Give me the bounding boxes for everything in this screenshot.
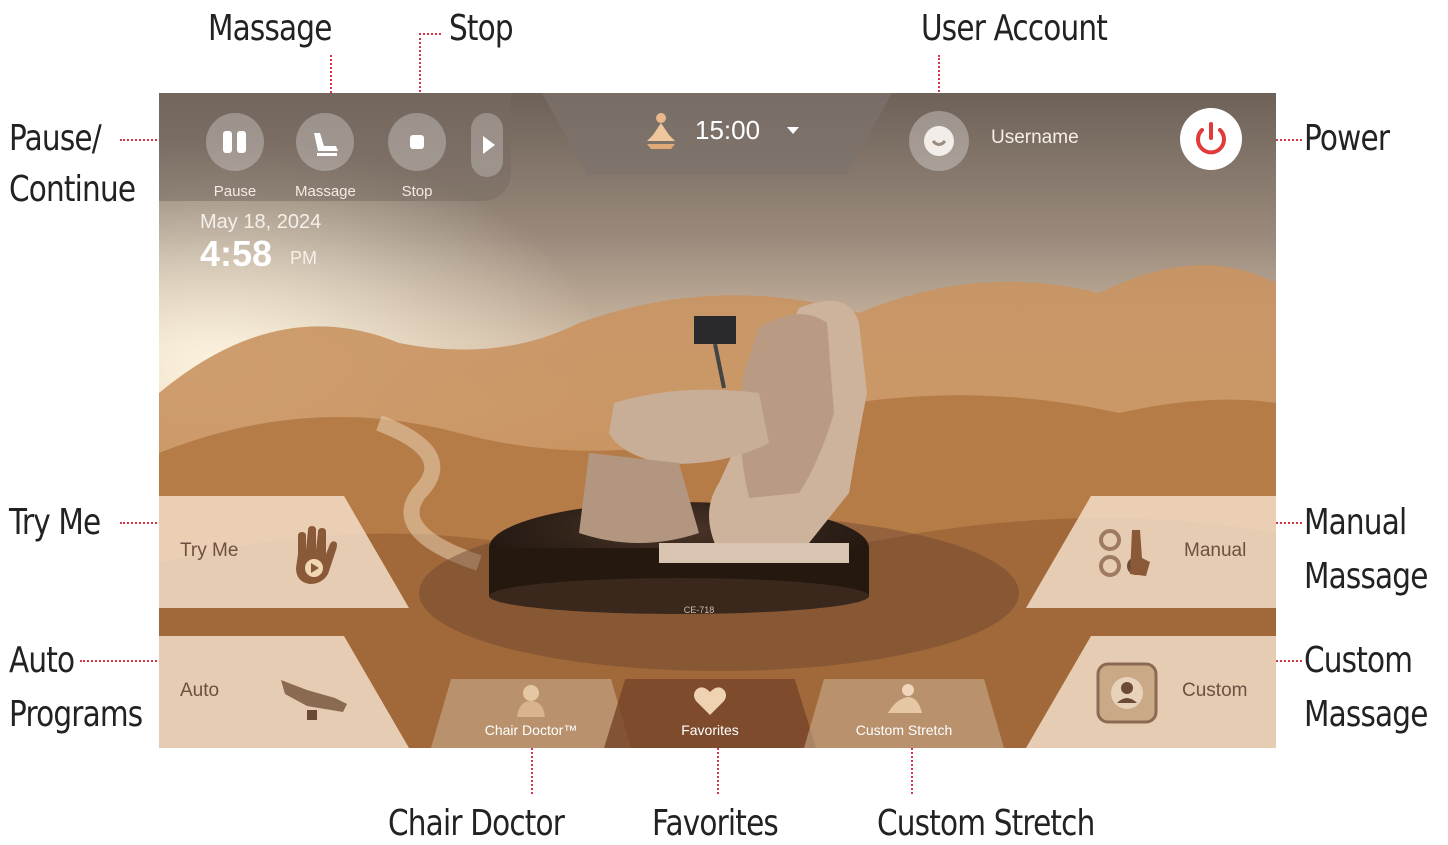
massage-chair-icon [314, 133, 338, 156]
heart-icon [694, 687, 726, 715]
model-label: CE-718 [683, 605, 715, 615]
auto-label: Auto [180, 680, 220, 701]
quick-controls-bar: Pause Massage Stop [159, 93, 511, 201]
custom-profile-icon [1096, 662, 1158, 724]
callout-try-me: Try Me [9, 502, 101, 543]
callout-power: Power [1304, 118, 1390, 159]
callout-manual-2: Massage [1304, 556, 1428, 597]
session-timer[interactable]: 15:00 [542, 93, 892, 175]
pause-label: Pause [213, 183, 257, 200]
callout-user-account: User Account [921, 8, 1108, 49]
try-me-label: Try Me [180, 540, 239, 561]
time-ampm: PM [290, 248, 317, 268]
stop-label: Stop [401, 183, 433, 200]
favorites-label: Favorites [681, 722, 739, 738]
callout-auto-2: Programs [9, 694, 143, 735]
pause-control[interactable]: Pause [205, 113, 265, 200]
tab-favorites[interactable]: Favorites [604, 679, 816, 748]
power-icon [1196, 122, 1226, 155]
more-controls-arrow[interactable] [471, 113, 503, 177]
manual-label: Manual [1184, 540, 1247, 561]
meditating-person-icon [647, 113, 675, 149]
pause-icon [223, 131, 246, 153]
custom-label: Custom [1182, 680, 1248, 701]
stop-control[interactable]: Stop [387, 113, 447, 200]
stop-icon [410, 135, 424, 149]
callout-manual-1: Manual [1304, 502, 1407, 543]
stretch-pose-icon [888, 684, 922, 713]
leader-stop-h [419, 33, 441, 35]
callout-favorites: Favorites [652, 803, 779, 844]
callout-custom-2: Massage [1304, 694, 1428, 735]
leader-favorites [717, 748, 719, 794]
hand-play-icon [296, 526, 337, 584]
timer-value: 15:00 [695, 115, 761, 145]
current-date: May 18, 2024 [200, 211, 322, 233]
reclined-chair-icon [281, 680, 347, 720]
callout-auto-1: Auto [9, 640, 75, 681]
callout-custom-stretch: Custom Stretch [877, 803, 1095, 844]
user-account-button[interactable] [909, 111, 969, 171]
massage-chair-screen: Pause Massage Stop 15:00 Username May 18… [159, 93, 1276, 748]
chair-doctor-label: Chair Doctor™ [484, 722, 578, 738]
custom-stretch-label: Custom Stretch [855, 722, 953, 738]
massage-label: Massage [295, 183, 356, 200]
doctor-icon [517, 685, 545, 717]
callout-custom-1: Custom [1304, 640, 1413, 681]
callout-massage: Massage [208, 8, 332, 49]
power-button[interactable] [1180, 108, 1242, 170]
leader-custom-stretch [911, 748, 913, 794]
callout-stop: Stop [449, 8, 514, 49]
user-avatar-icon [924, 126, 954, 156]
massage-control[interactable]: Massage [295, 113, 356, 200]
current-time: 4:58 [200, 233, 273, 274]
leader-chair-doctor [531, 748, 533, 794]
callout-chair-doctor: Chair Doctor [388, 803, 565, 844]
tab-chair-doctor[interactable]: Chair Doctor™ [431, 679, 631, 748]
massage-button[interactable] [296, 113, 354, 171]
stop-button[interactable] [388, 113, 446, 171]
callout-pause-continue-1: Pause/ [9, 118, 102, 159]
timer-dropdown-caret[interactable] [787, 127, 799, 134]
callout-pause-continue-2: Continue [9, 169, 136, 210]
manual-controls-icon [1099, 529, 1150, 577]
tab-custom-stretch[interactable]: Custom Stretch [804, 679, 1004, 748]
pause-button[interactable] [206, 113, 264, 171]
username-label[interactable]: Username [991, 127, 1079, 149]
